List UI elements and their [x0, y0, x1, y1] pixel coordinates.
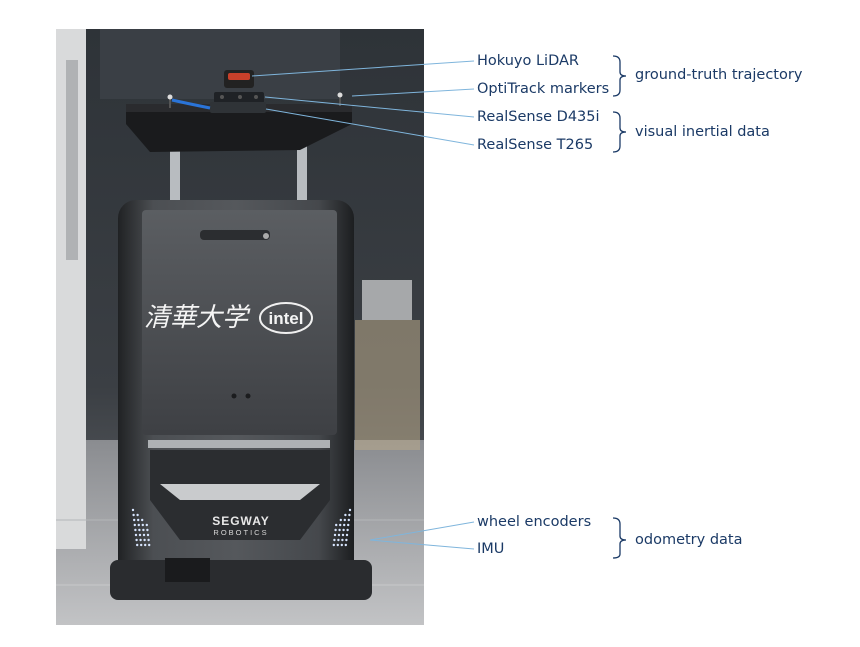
bracket-odometry — [612, 517, 627, 559]
bracket-visual-inertial — [612, 111, 627, 153]
leader-line-optitrack — [351, 88, 475, 97]
annotation-overlay — [251, 55, 627, 559]
leader-lines — [251, 60, 475, 550]
label-realsense-d435i: RealSense D435i — [477, 109, 600, 125]
group-label-odometry: odometry data — [635, 532, 743, 548]
group-label-ground-truth: ground-truth trajectory — [635, 67, 803, 83]
label-hokuyo-lidar: Hokuyo LiDAR — [477, 53, 579, 69]
leader-line-wheel-encoders — [369, 521, 475, 541]
label-wheel-encoders: wheel encoders — [477, 514, 592, 530]
leader-line-hokuyo — [251, 60, 475, 77]
group-label-visual-inertial: visual inertial data — [635, 124, 770, 140]
group-brackets — [612, 55, 627, 559]
label-realsense-t265: RealSense T265 — [477, 137, 594, 153]
leader-line-imu — [369, 539, 475, 550]
label-imu: IMU — [477, 541, 505, 557]
bracket-ground-truth — [612, 55, 627, 97]
label-optitrack-markers: OptiTrack markers — [477, 81, 610, 97]
